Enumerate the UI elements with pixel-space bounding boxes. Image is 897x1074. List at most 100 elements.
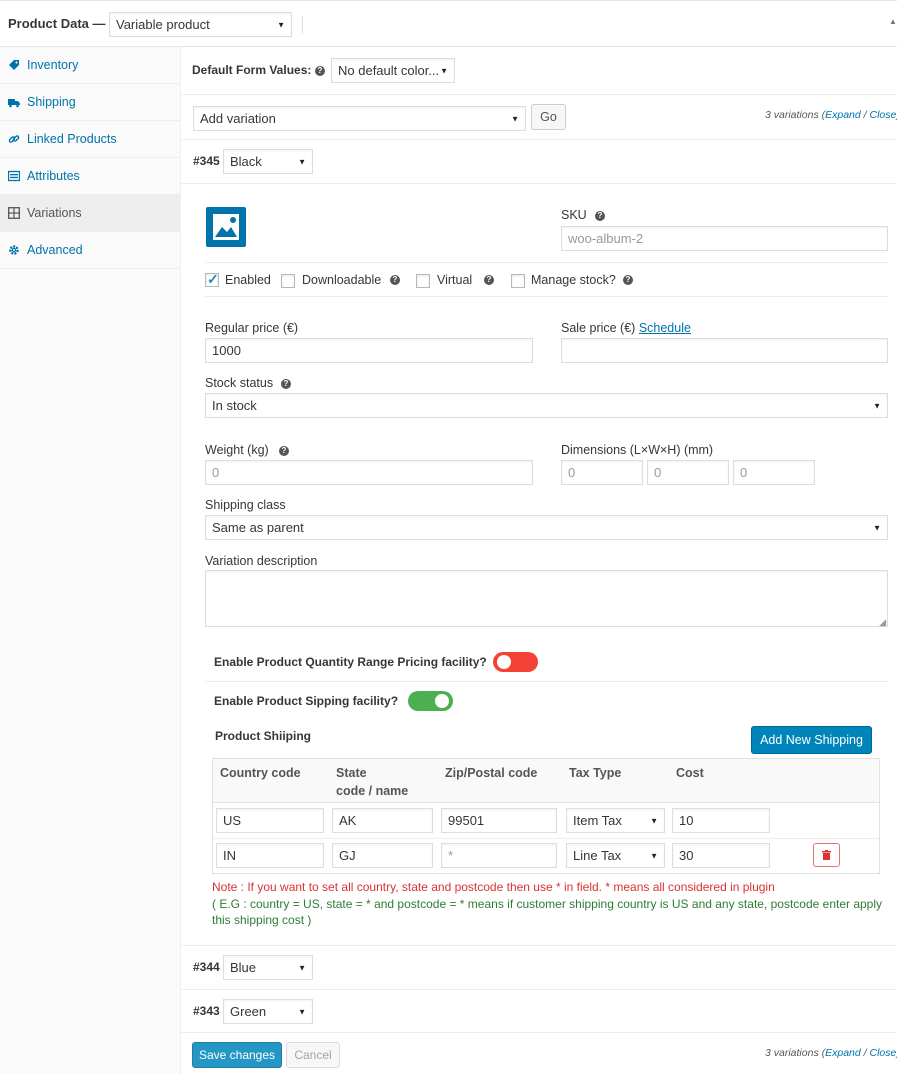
header-divider (302, 16, 303, 33)
separator: / (860, 1047, 870, 1059)
shipping-class-select[interactable]: Same as parent ▼ (205, 515, 888, 540)
shipping-class-value: Same as parent (212, 520, 304, 535)
sidebar-item-linked-products[interactable]: Linked Products (0, 121, 180, 158)
product-shipping-title: Product Shiiping (215, 729, 311, 743)
row1-tax-value: Item Tax (573, 813, 622, 828)
sku-input[interactable]: woo-album-2 (561, 226, 888, 251)
variations-count-text: 3 variations ( (765, 109, 826, 121)
go-button[interactable]: Go (531, 104, 566, 130)
product-data-title: Product Data — (8, 16, 106, 31)
add-variation-select[interactable]: Add variation ▼ (193, 106, 526, 131)
divider (181, 94, 897, 95)
row1-zip-input[interactable]: 99501 (441, 808, 557, 833)
row2-zip-input[interactable]: * (441, 843, 557, 868)
sidebar-item-shipping[interactable]: Shipping (0, 84, 180, 121)
virtual-checkbox[interactable] (416, 274, 430, 288)
row1-country-input[interactable]: US (216, 808, 324, 833)
sidebar-item-label: Variations (27, 206, 82, 220)
default-color-value: No default color... (338, 63, 440, 78)
weight-input[interactable]: 0 (205, 460, 533, 485)
sidebar-item-variations[interactable]: Variations (0, 195, 180, 232)
sidebar-item-advanced[interactable]: Advanced (0, 232, 180, 269)
downloadable-checkbox[interactable] (281, 274, 295, 288)
manage-stock-label: Manage stock? (531, 273, 616, 287)
trash-icon (822, 850, 831, 860)
image-placeholder-icon[interactable] (206, 207, 246, 247)
chevron-down-icon: ▼ (298, 1007, 306, 1016)
stock-status-select[interactable]: In stock ▼ (205, 393, 888, 418)
product-data-header: Product Data — Variable product ▼ ▲ (0, 0, 897, 47)
help-icon: ? (595, 211, 605, 221)
variations-count: 3 variations (Expand / Close) (765, 1047, 897, 1059)
variation-id: #344 (193, 960, 220, 974)
sidebar-item-inventory[interactable]: Inventory (0, 47, 180, 84)
divider (181, 1032, 897, 1033)
manage-stock-checkbox[interactable] (511, 274, 525, 288)
stock-status-label: Stock status (205, 376, 274, 390)
chevron-down-icon: ▼ (511, 114, 519, 123)
range-pricing-label: Enable Product Quantity Range Pricing fa… (214, 655, 487, 669)
table-header (213, 759, 879, 803)
width-input[interactable]: 0 (647, 460, 729, 485)
chevron-down-icon: ▼ (440, 66, 448, 75)
chevron-down-icon: ▼ (298, 157, 306, 166)
variation-color-value: Green (230, 1004, 267, 1019)
col-cost: Cost (676, 766, 704, 780)
variation-color-select[interactable]: Black ▼ (223, 149, 313, 174)
close-link[interactable]: Close (870, 1047, 897, 1059)
separator: / (860, 109, 870, 121)
divider (181, 183, 897, 184)
chevron-down-icon: ▼ (277, 20, 285, 29)
note-green: ( E.G : country = US, state = * and post… (212, 897, 883, 927)
height-input[interactable]: 0 (733, 460, 815, 485)
regular-price-input[interactable]: 1000 (205, 338, 533, 363)
help-icon: ? (279, 446, 289, 456)
help-icon: ? (484, 275, 494, 285)
note-red: Note : If you want to set all country, s… (212, 880, 775, 894)
default-form-values-label: Default Form Values: (192, 63, 312, 77)
row1-tax-select[interactable]: Item Tax ▼ (566, 808, 665, 833)
divider (181, 989, 897, 990)
tag-icon (9, 60, 19, 70)
chevron-down-icon: ▼ (650, 851, 658, 860)
col-zip: Zip/Postal code (445, 766, 538, 780)
save-changes-button[interactable]: Save changes (192, 1042, 282, 1068)
sidebar-item-attributes[interactable]: Attributes (0, 158, 180, 195)
row2-country-input[interactable]: IN (216, 843, 324, 868)
product-type-select[interactable]: Variable product ▼ (109, 12, 292, 37)
variation-color-value: Black (230, 154, 262, 169)
row1-state-input[interactable]: AK (332, 808, 433, 833)
sale-price-input[interactable] (561, 338, 888, 363)
help-icon: ? (315, 66, 325, 76)
sidebar-item-label: Shipping (27, 95, 76, 109)
collapse-arrow-icon[interactable]: ▲ (889, 17, 897, 26)
variation-color-select[interactable]: Blue ▼ (223, 955, 313, 980)
close-link[interactable]: Close (870, 109, 897, 121)
add-new-shipping-button[interactable]: Add New Shipping (751, 726, 872, 754)
cancel-button[interactable]: Cancel (286, 1042, 340, 1068)
resize-handle-icon[interactable]: ◢ (879, 617, 886, 628)
range-pricing-toggle[interactable] (493, 652, 538, 672)
delete-row-button[interactable] (813, 843, 840, 867)
image-icon (211, 212, 241, 242)
sidebar-item-label: Attributes (27, 169, 80, 183)
row2-state-input[interactable]: GJ (332, 843, 433, 868)
col-state-line1: State (336, 766, 367, 780)
shipping-facility-toggle[interactable] (408, 691, 453, 711)
row1-cost-input[interactable]: 10 (672, 808, 770, 833)
schedule-link[interactable]: Schedule (639, 321, 691, 335)
dimensions-label: Dimensions (L×W×H) (mm) (561, 443, 714, 457)
row2-cost-input[interactable]: 30 (672, 843, 770, 868)
toggle-knob (497, 655, 511, 669)
default-color-select[interactable]: No default color... ▼ (331, 58, 455, 83)
row2-tax-value: Line Tax (573, 848, 622, 863)
variation-color-select[interactable]: Green ▼ (223, 999, 313, 1024)
expand-link[interactable]: Expand (825, 1047, 861, 1059)
length-input[interactable]: 0 (561, 460, 643, 485)
variation-id: #345 (193, 154, 220, 168)
expand-link[interactable]: Expand (825, 109, 861, 121)
row2-tax-select[interactable]: Line Tax ▼ (566, 843, 665, 868)
variation-description-textarea[interactable]: ◢ (205, 570, 888, 627)
add-variation-value: Add variation (200, 111, 276, 126)
enabled-checkbox[interactable]: ✓ (205, 271, 219, 287)
